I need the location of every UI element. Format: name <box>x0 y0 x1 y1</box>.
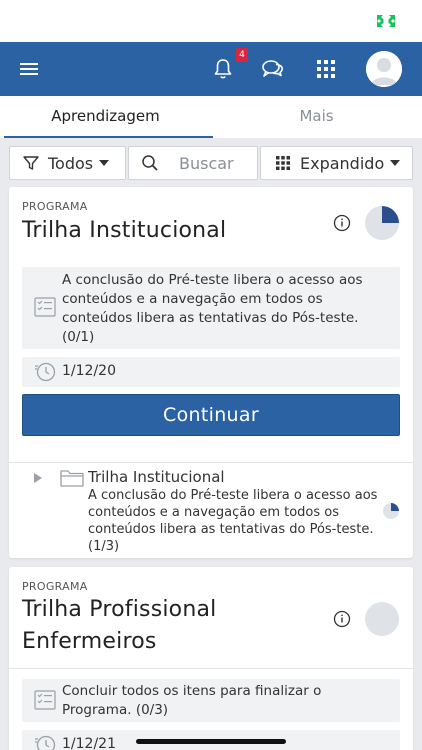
clock-icon <box>35 735 56 750</box>
child-item-title[interactable]: Trilha Institucional <box>88 468 225 486</box>
program-title[interactable]: Trilha Institucional <box>22 215 226 247</box>
program-kicker: PROGRAMA <box>22 580 88 593</box>
filter-bar: Todos Buscar Expandido <box>0 144 422 182</box>
child-item-description: A conclusão do Pré-teste libera o acesso… <box>88 488 378 554</box>
notifications-button[interactable] <box>206 42 240 96</box>
view-mode-dropdown[interactable]: Expandido <box>260 146 413 180</box>
folder-icon <box>60 470 84 487</box>
progress-pie-slice <box>382 206 399 223</box>
due-date: 1/12/21 <box>62 736 116 750</box>
active-tab-indicator <box>4 136 213 138</box>
caret-down-icon <box>99 160 110 166</box>
info-icon[interactable] <box>333 214 351 232</box>
program-title-line1[interactable]: Trilha Profissional <box>22 594 217 626</box>
filter-dropdown[interactable]: Todos <box>9 146 126 180</box>
notification-count-badge: 4 <box>236 48 248 62</box>
home-indicator <box>136 739 286 744</box>
chat-button[interactable] <box>256 42 290 96</box>
due-date: 1/12/20 <box>62 363 116 379</box>
filter-label: Todos <box>48 153 94 173</box>
checklist-icon <box>34 690 56 710</box>
progress-pie-chart <box>365 602 399 636</box>
progress-pie-chart <box>365 206 399 240</box>
apps-grid-icon <box>317 60 335 78</box>
info-icon[interactable] <box>333 610 351 628</box>
child-progress-pie-slice <box>391 503 399 511</box>
prerequisite-note-text: Concluir todos os itens para finalizar o… <box>62 683 322 718</box>
due-date-row: 1/12/20 <box>22 357 400 387</box>
menu-button[interactable] <box>10 42 48 96</box>
prerequisite-note-text: A conclusão do Pré-teste libera o acesso… <box>62 272 363 345</box>
program-card: PROGRAMA Trilha Profissional Enfermeiros… <box>9 567 413 750</box>
tab-aprendizagem[interactable]: Aprendizagem <box>0 96 211 138</box>
tab-mais[interactable]: Mais <box>211 96 422 138</box>
program-title-line2[interactable]: Enfermeiros <box>22 626 157 658</box>
fullscreen-icon <box>377 15 395 27</box>
app-top-bar: 4 <box>0 42 422 96</box>
prerequisite-note: A conclusão do Pré-teste libera o acesso… <box>22 267 400 349</box>
tab-bar: Aprendizagem Mais <box>0 96 422 138</box>
apps-button[interactable] <box>309 42 343 96</box>
program-card: PROGRAMA Trilha Institucional A conclusã… <box>9 187 413 558</box>
clock-icon <box>35 362 56 382</box>
chat-icon <box>262 60 283 77</box>
menu-icon <box>20 63 38 75</box>
caret-down-icon <box>390 160 401 166</box>
expand-caret-icon[interactable] <box>34 473 42 483</box>
continue-button[interactable]: Continuar <box>22 394 400 436</box>
child-progress-pie-chart <box>383 503 399 519</box>
view-mode-label: Expandido <box>300 153 385 173</box>
search-input[interactable]: Buscar <box>179 154 234 173</box>
avatar-icon <box>366 51 402 87</box>
program-kicker: PROGRAMA <box>22 200 88 213</box>
card-divider <box>9 462 413 463</box>
card-divider <box>9 668 413 669</box>
user-avatar[interactable] <box>366 51 402 87</box>
bell-icon <box>214 59 232 79</box>
search-box[interactable]: Buscar <box>128 146 258 180</box>
checklist-icon <box>34 297 56 317</box>
prerequisite-note: Concluir todos os itens para finalizar o… <box>22 679 400 722</box>
search-icon <box>142 155 158 171</box>
grid-view-icon <box>276 156 290 170</box>
filter-funnel-icon <box>23 156 39 170</box>
status-bar <box>0 0 422 42</box>
